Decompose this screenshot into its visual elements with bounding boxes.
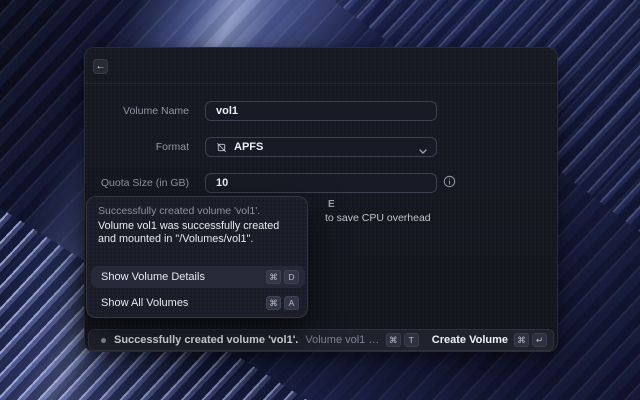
obscured-text-fragment: E: [328, 199, 335, 210]
status-message: Volume vol1 was successfully creat...: [305, 334, 379, 346]
back-button[interactable]: ←: [93, 59, 108, 74]
status-bar: Successfully created volume 'vol1'. Volu…: [88, 329, 554, 351]
action-label: Show All Volumes: [101, 297, 260, 309]
command-keycap: ⌘: [266, 296, 281, 310]
t-keycap: T: [404, 333, 419, 347]
toast-title: Successfully created volume 'vol1'.: [98, 205, 260, 217]
success-toast: Successfully created volume 'vol1'. Volu…: [86, 196, 308, 318]
quota-size-value: 10: [216, 177, 228, 189]
format-row: Format APFS: [85, 137, 557, 157]
obscured-description-fragment: to save CPU overhead: [325, 212, 431, 224]
command-keycap: ⌘: [386, 333, 401, 347]
toast-action-show-volume-details[interactable]: Show Volume Details ⌘ D: [91, 266, 305, 288]
action-shortcut-keys: ⌘ D: [266, 270, 299, 284]
action-label: Show Volume Details: [101, 271, 260, 283]
format-value: APFS: [234, 141, 263, 153]
create-shortcut-keys: ⌘ ↵: [514, 333, 547, 347]
volume-name-row: Volume Name vol1: [85, 101, 557, 121]
format-label: Format: [85, 141, 189, 153]
create-volume-button[interactable]: Create Volume: [432, 334, 508, 346]
command-keycap: ⌘: [266, 270, 281, 284]
command-keycap: ⌘: [514, 333, 529, 347]
return-keycap: ↵: [532, 333, 547, 347]
status-dot-icon: [101, 338, 106, 343]
format-icon: [216, 142, 227, 153]
screen: ← Volume Name vol1 Format APFS: [0, 0, 640, 400]
toast-action-show-all-volumes[interactable]: Show All Volumes ⌘ A: [91, 292, 305, 314]
a-keycap: A: [284, 296, 299, 310]
toast-message: Volume vol1 was successfully created and…: [98, 220, 300, 245]
d-keycap: D: [284, 270, 299, 284]
quota-size-label: Quota Size (in GB): [85, 177, 189, 189]
status-title: Successfully created volume 'vol1'.: [114, 334, 298, 346]
volume-name-input[interactable]: vol1: [205, 101, 437, 121]
volume-name-label: Volume Name: [85, 105, 189, 117]
chevron-down-icon: [419, 145, 427, 157]
window-header: ←: [85, 48, 557, 84]
quota-size-input[interactable]: 10: [205, 173, 437, 193]
volume-name-value: vol1: [216, 105, 238, 117]
toast-shortcut-keys: ⌘ T: [386, 333, 419, 347]
info-icon[interactable]: [443, 175, 456, 188]
format-select[interactable]: APFS: [205, 137, 437, 157]
quota-size-row: Quota Size (in GB) 10: [85, 173, 557, 193]
action-shortcut-keys: ⌘ A: [266, 296, 299, 310]
